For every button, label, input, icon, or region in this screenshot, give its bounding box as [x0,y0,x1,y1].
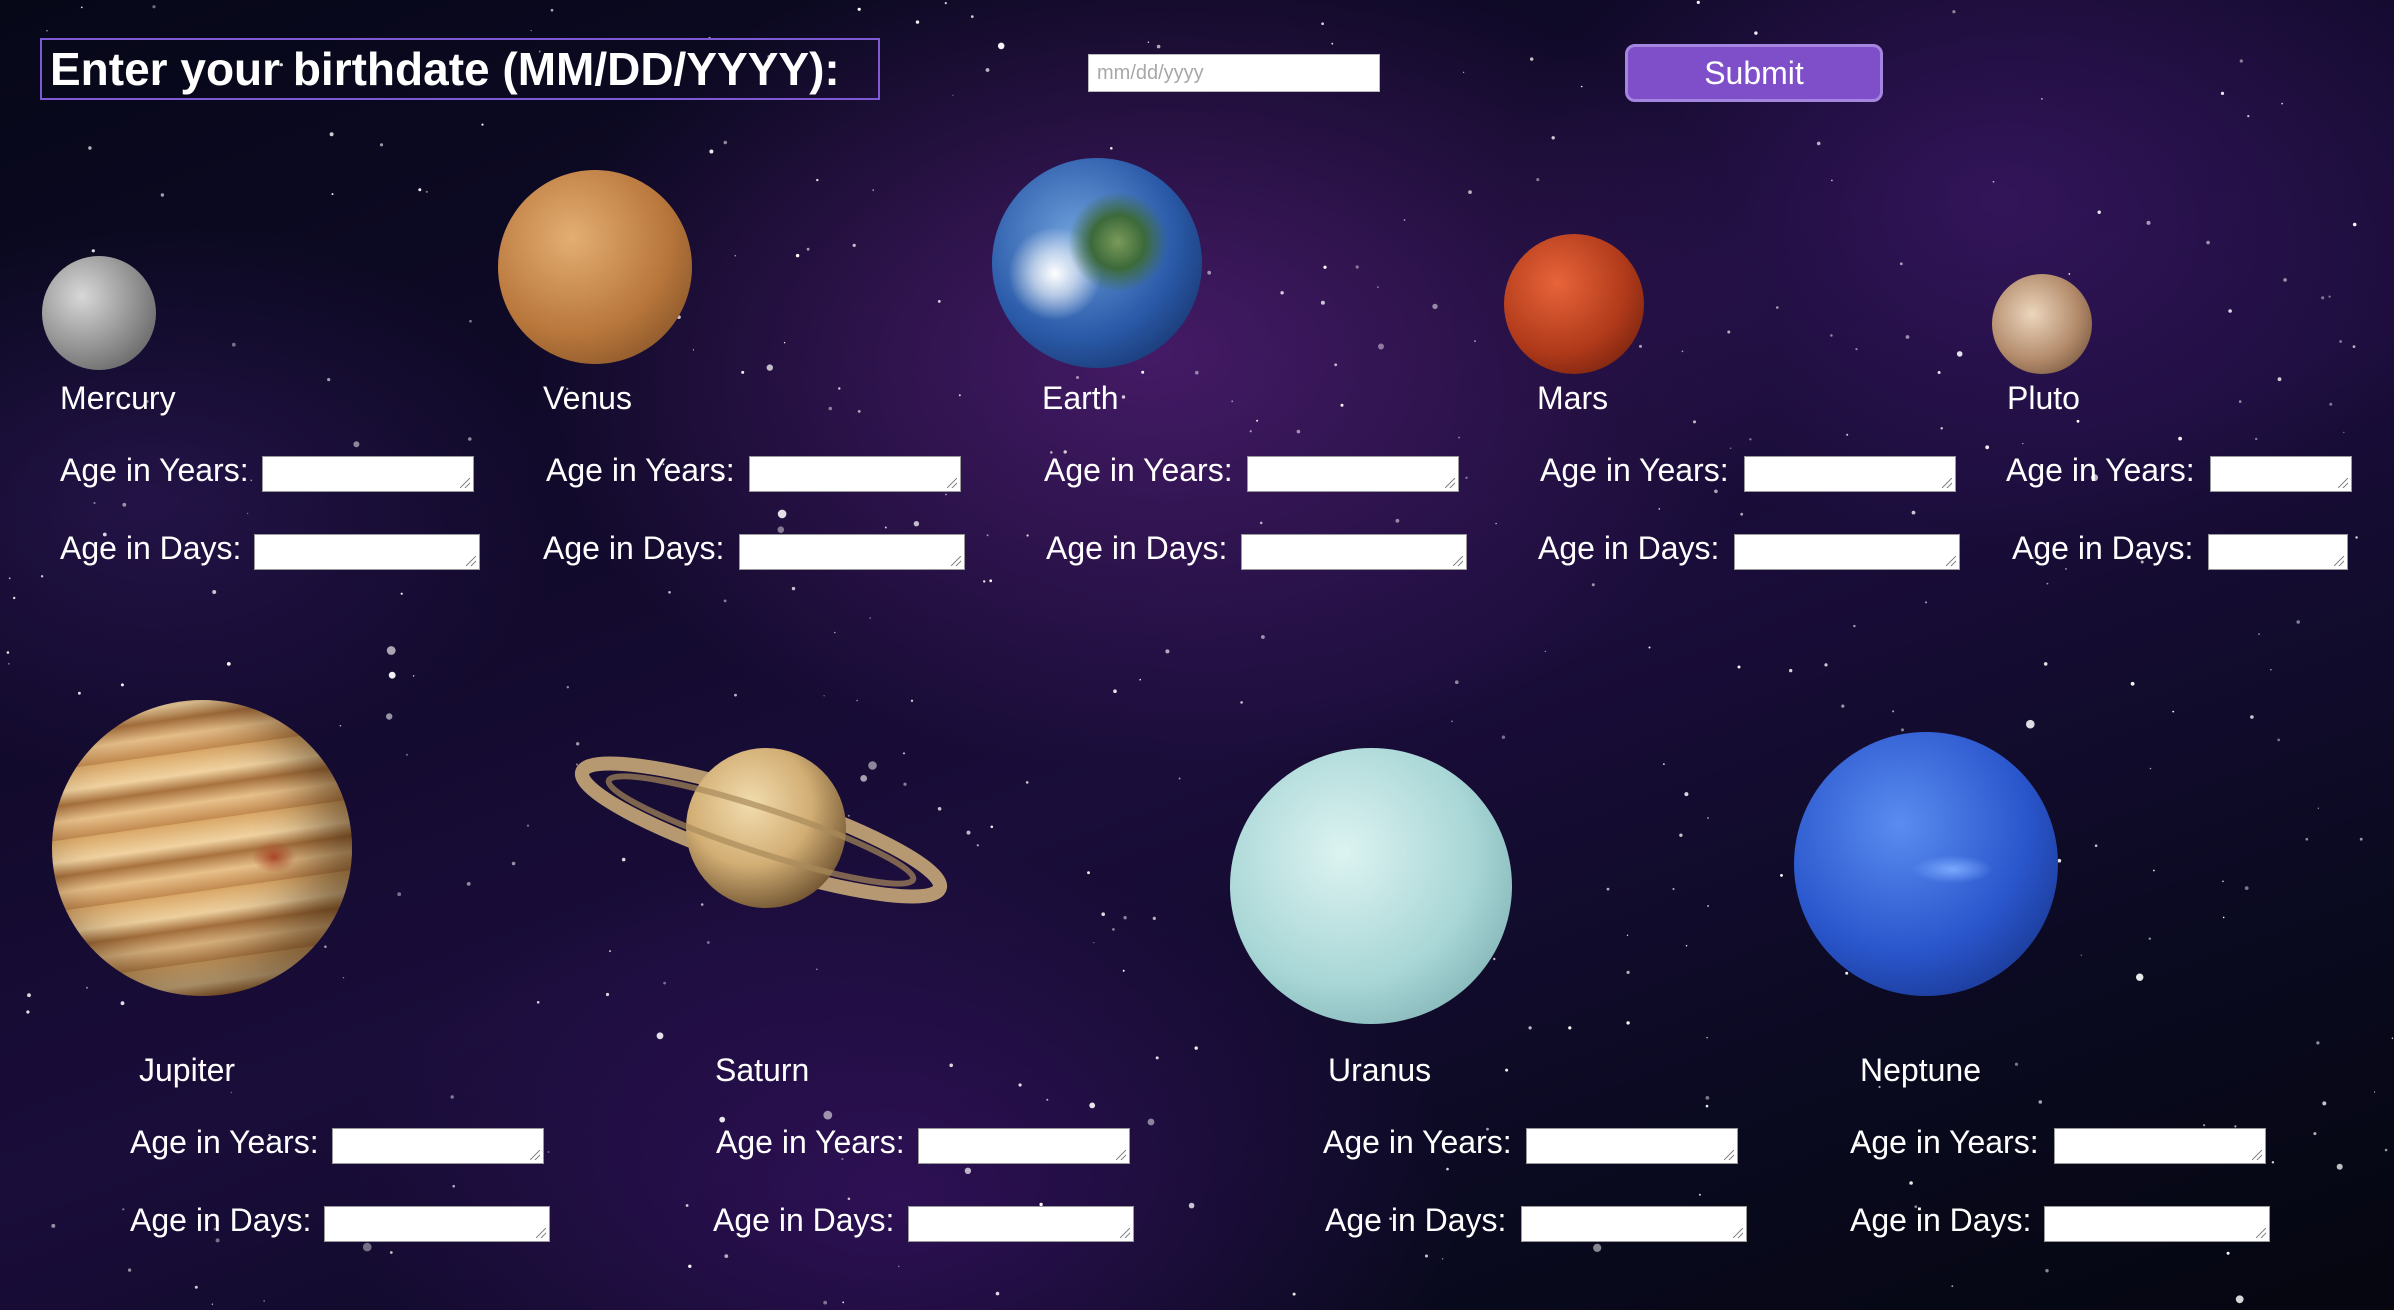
uranus-planet-image [1230,748,1512,1024]
neptune-days-field[interactable] [2044,1206,2270,1242]
mars-days-field[interactable] [1734,534,1960,570]
uranus-days-label: Age in Days: [1325,1202,1507,1238]
mercury-planet-image [42,256,156,370]
venus-years-field[interactable] [749,456,961,492]
venus-planet-image [498,170,692,364]
jupiter-years-label: Age in Years: [130,1124,319,1160]
jupiter-planet-image [52,700,352,996]
venus-days-label: Age in Days: [543,530,725,566]
mars-years-label: Age in Years: [1540,452,1729,488]
venus-years-label: Age in Years: [546,452,735,488]
neptune-days-label: Age in Days: [1850,1202,2032,1238]
saturn-planet-image [574,748,948,908]
jupiter-years-field[interactable] [332,1128,544,1164]
neptune-years-field[interactable] [2054,1128,2266,1164]
mercury-days-label: Age in Days: [60,530,242,566]
neptune-planet-image [1794,732,2058,996]
saturn-years-label: Age in Years: [716,1124,905,1160]
saturn-days-label: Age in Days: [713,1202,895,1238]
planet-name-jupiter: Jupiter [139,1052,236,1088]
earth-years-field[interactable] [1247,456,1459,492]
uranus-years-label: Age in Years: [1323,1124,1512,1160]
planet-name-saturn: Saturn [715,1052,810,1088]
planet-name-uranus: Uranus [1328,1052,1432,1088]
saturn-years-field[interactable] [918,1128,1130,1164]
planet-name-pluto: Pluto [2007,380,2080,416]
submit-button[interactable]: Submit [1625,44,1883,102]
mercury-years-field[interactable] [262,456,474,492]
earth-planet-image [992,158,1202,368]
uranus-years-field[interactable] [1526,1128,1738,1164]
jupiter-days-label: Age in Days: [130,1202,312,1238]
pluto-years-field[interactable] [2210,456,2352,492]
planet-name-earth: Earth [1042,380,1119,416]
earth-years-label: Age in Years: [1044,452,1233,488]
saturn-days-field[interactable] [908,1206,1134,1242]
mars-planet-image [1504,234,1644,374]
jupiter-days-field[interactable] [324,1206,550,1242]
mars-years-field[interactable] [1744,456,1956,492]
uranus-days-field[interactable] [1521,1206,1747,1242]
mercury-days-field[interactable] [254,534,480,570]
pluto-days-field[interactable] [2208,534,2348,570]
neptune-years-label: Age in Years: [1850,1124,2039,1160]
pluto-planet-image [1992,274,2092,374]
planet-name-mars: Mars [1537,380,1609,416]
starfield-background [6,0,2394,1305]
pluto-days-label: Age in Days: [2012,530,2194,566]
birthdate-prompt-label: Enter your birthdate (MM/DD/YYYY): [40,38,880,100]
birthdate-input[interactable] [1088,54,1380,92]
planet-name-neptune: Neptune [1860,1052,1981,1088]
earth-days-field[interactable] [1241,534,1467,570]
pluto-years-label: Age in Years: [2006,452,2195,488]
mercury-years-label: Age in Years: [60,452,249,488]
earth-days-label: Age in Days: [1046,530,1228,566]
mars-days-label: Age in Days: [1538,530,1720,566]
planet-name-venus: Venus [543,380,632,416]
venus-days-field[interactable] [739,534,965,570]
planet-name-mercury: Mercury [60,380,176,416]
